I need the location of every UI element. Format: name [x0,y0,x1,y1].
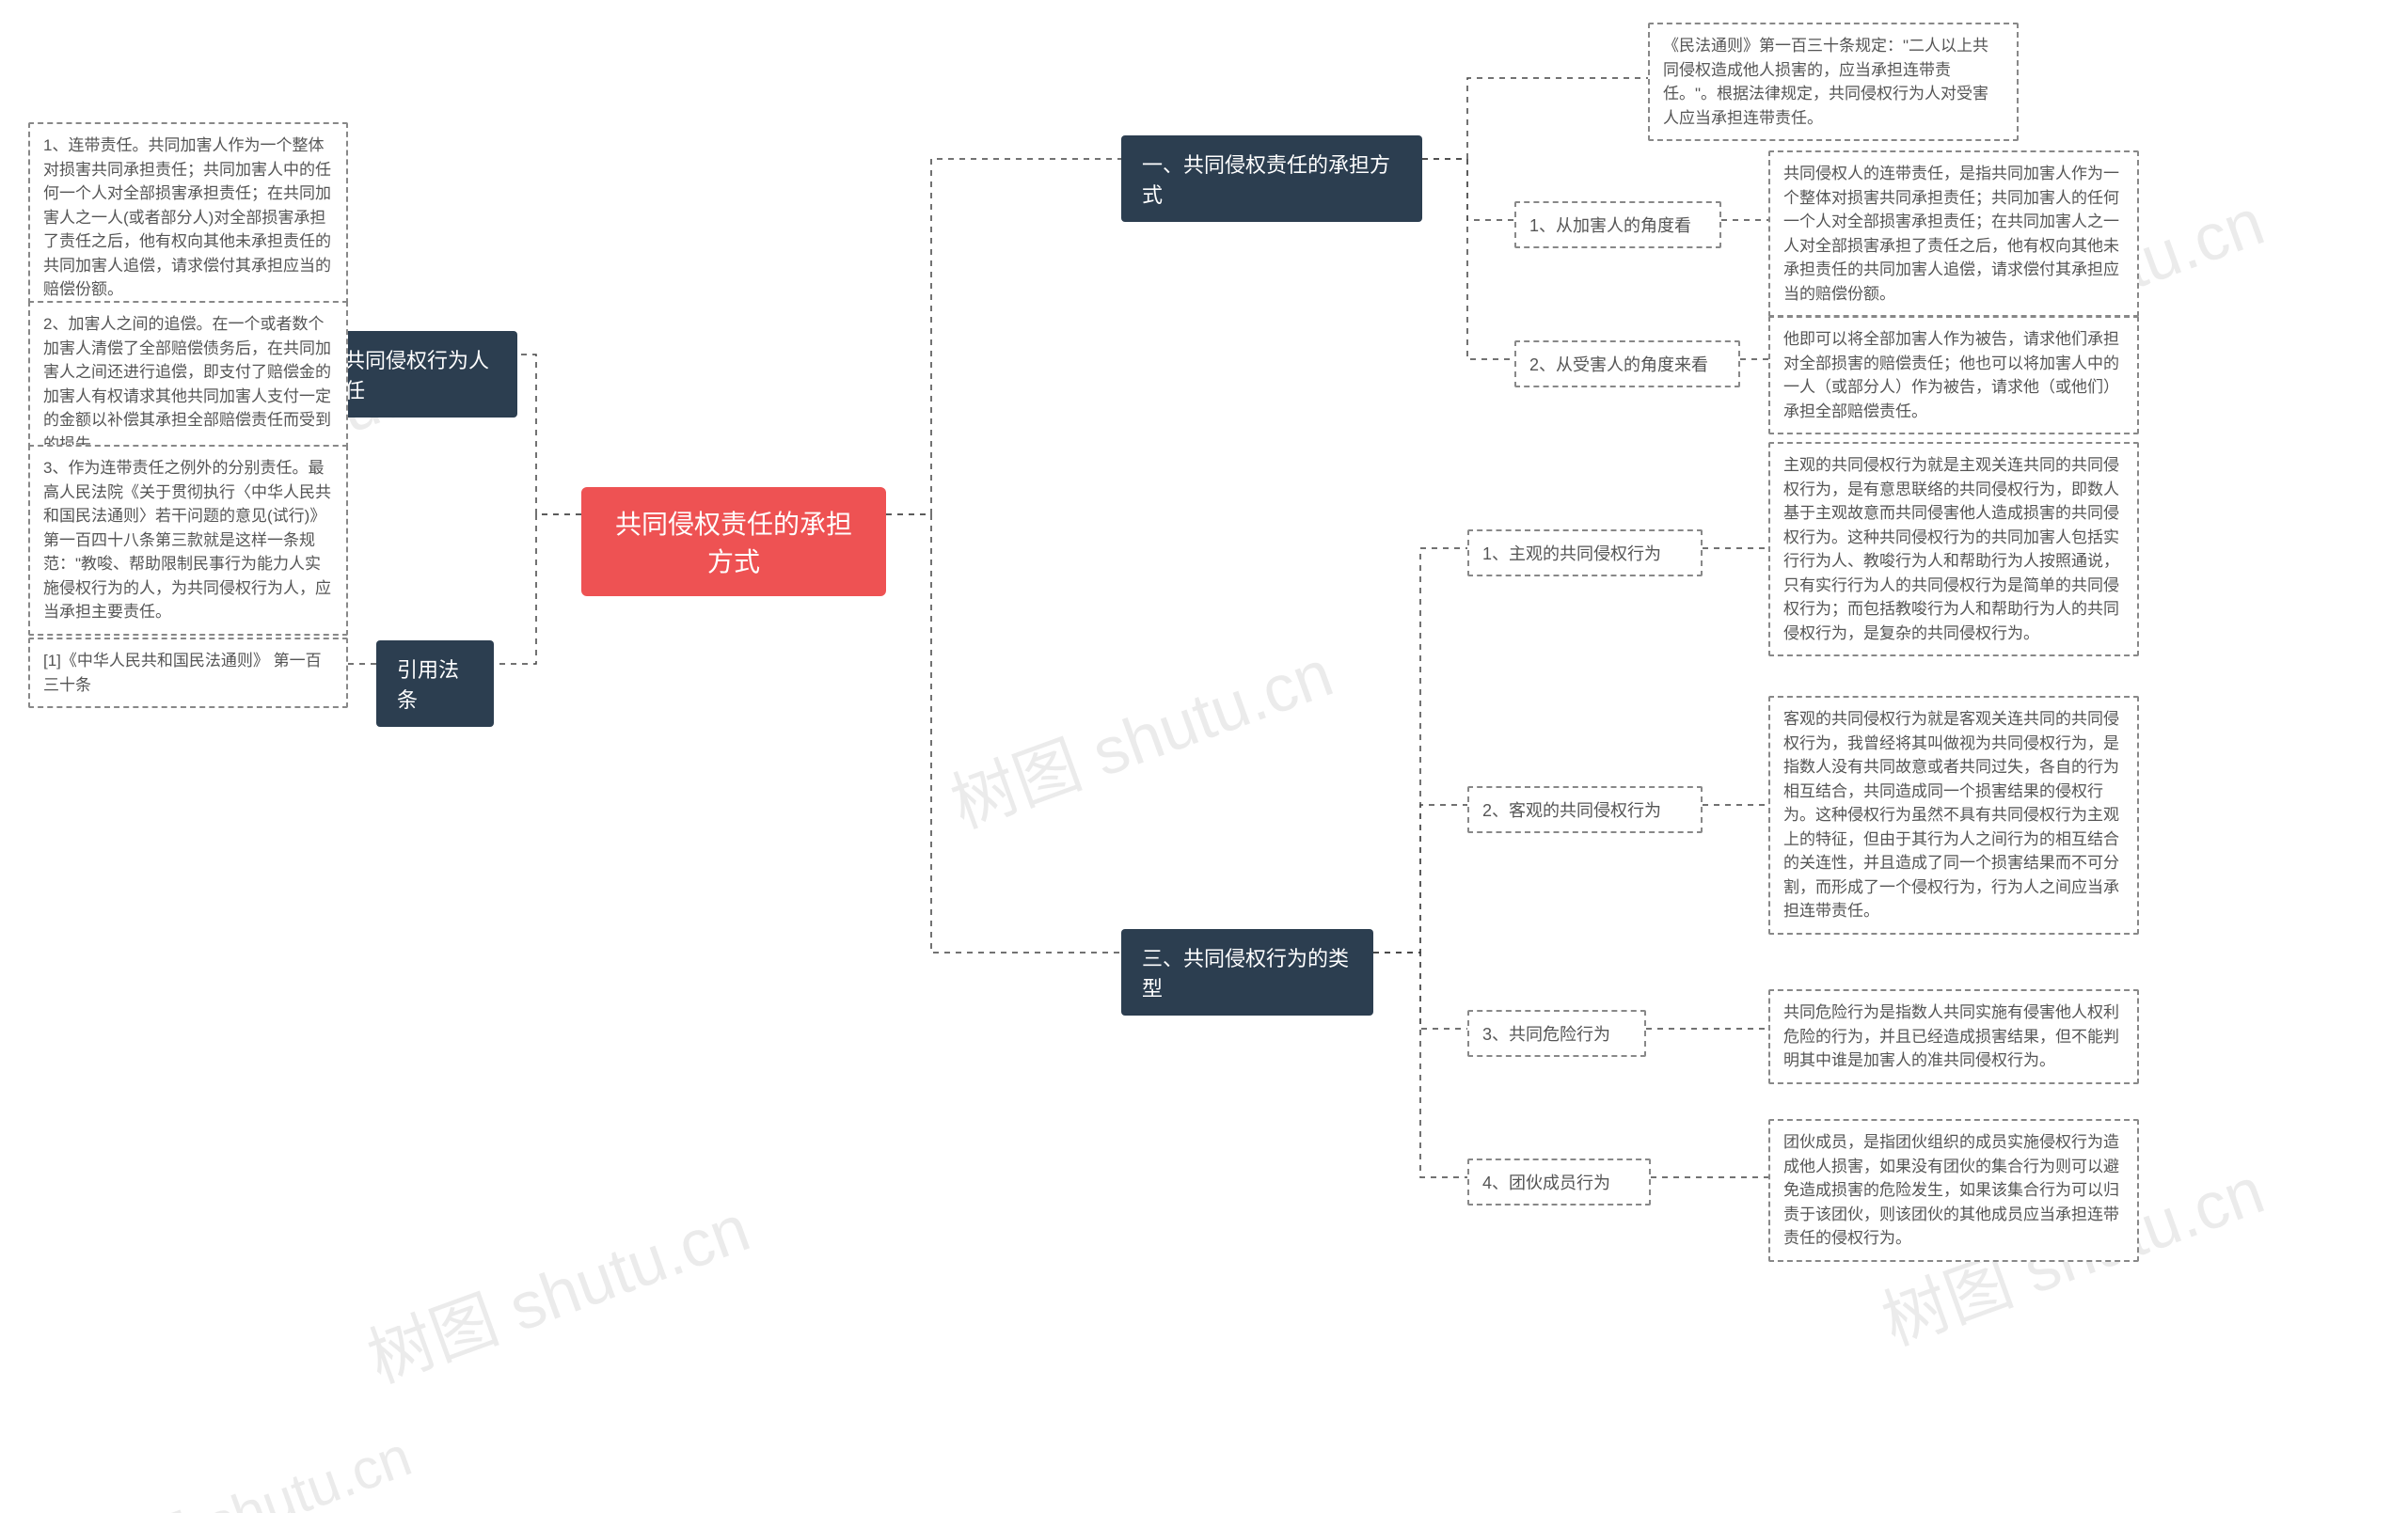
branch-2-leaf-3[interactable]: 3、作为连带责任之例外的分别责任。最高人民法院《关于贯彻执行〈中华人民共和国民法… [28,445,348,636]
branch-3-sub-1-detail[interactable]: 主观的共同侵权行为就是主观关连共同的共同侵权行为，是有意思联络的共同侵权行为，即… [1768,442,2139,656]
branch-3-sub-2-detail-text: 客观的共同侵权行为就是客观关连共同的共同侵权行为，我曾经将其叫做视为共同侵权行为… [1783,710,2119,920]
branch-3-sub-1-label: 1、主观的共同侵权行为 [1482,544,1661,563]
watermark: 树图 shutu.cn [937,622,1344,847]
branch-3-sub-4-label: 4、团伙成员行为 [1482,1174,1610,1192]
branch-1-sub-1-detail-text: 共同侵权人的连带责任，是指共同加害人作为一个整体对损害共同承担责任；共同加害人的… [1783,165,2119,303]
watermark: 树图 shutu.cn [354,1176,761,1402]
branch-2-leaf-1[interactable]: 1、连带责任。共同加害人作为一个整体对损害共同承担责任；共同加害人中的任何一个人… [28,122,348,313]
branch-1-sub-1-label: 1、从加害人的角度看 [1529,216,1691,235]
branch-3-sub-3-detail[interactable]: 共同危险行为是指数人共同实施有侵害他人权利危险的行为，并且已经造成损害结果，但不… [1768,989,2139,1084]
branch-1[interactable]: 一、共同侵权责任的承担方式 [1121,135,1422,222]
branch-2-leaf-2[interactable]: 2、加害人之间的追偿。在一个或者数个加害人清偿了全部赔偿债务后，在共同加害人之间… [28,301,348,467]
branch-4-leaf-1[interactable]: [1]《中华人民共和国民法通则》 第一百三十条 [28,638,348,708]
branch-1-sub-2-detail[interactable]: 他即可以将全部加害人作为被告，请求他们承担对全部损害的赔偿责任；他也可以将加害人… [1768,316,2139,434]
branch-1-sub-2-label: 2、从受害人的角度来看 [1529,355,1708,374]
branch-3-sub-2-label: 2、客观的共同侵权行为 [1482,801,1661,820]
branch-3-sub-3[interactable]: 3、共同危险行为 [1467,1010,1646,1057]
branch-3-sub-2-detail[interactable]: 客观的共同侵权行为就是客观关连共同的共同侵权行为，我曾经将其叫做视为共同侵权行为… [1768,696,2139,935]
root-node[interactable]: 共同侵权责任的承担方式 [581,487,886,596]
branch-3[interactable]: 三、共同侵权行为的类型 [1121,929,1373,1016]
branch-1-sub-2-detail-text: 他即可以将全部加害人作为被告，请求他们承担对全部损害的赔偿责任；他也可以将加害人… [1783,330,2119,420]
branch-3-sub-3-detail-text: 共同危险行为是指数人共同实施有侵害他人权利危险的行为，并且已经造成损害结果，但不… [1783,1003,2119,1069]
branch-2-leaf-1-text: 1、连带责任。共同加害人作为一个整体对损害共同承担责任；共同加害人中的任何一个人… [43,136,331,298]
branch-4[interactable]: 引用法条 [376,640,494,727]
branch-3-sub-4[interactable]: 4、团伙成员行为 [1467,1158,1651,1206]
branch-1-detail-0-text: 《民法通则》第一百三十条规定："二人以上共同侵权造成他人损害的，应当承担连带责任… [1663,37,1988,127]
branch-1-sub-1-detail[interactable]: 共同侵权人的连带责任，是指共同加害人作为一个整体对损害共同承担责任；共同加害人的… [1768,150,2139,317]
branch-3-sub-1[interactable]: 1、主观的共同侵权行为 [1467,529,1703,576]
branch-1-detail-0[interactable]: 《民法通则》第一百三十条规定："二人以上共同侵权造成他人损害的，应当承担连带责任… [1648,23,2019,141]
branch-3-sub-3-label: 3、共同危险行为 [1482,1025,1610,1044]
branch-1-label: 一、共同侵权责任的承担方式 [1142,153,1390,207]
branch-1-sub-1[interactable]: 1、从加害人的角度看 [1514,201,1721,248]
branch-3-sub-1-detail-text: 主观的共同侵权行为就是主观关连共同的共同侵权行为，是有意思联络的共同侵权行为，即… [1783,456,2119,642]
branch-3-sub-2[interactable]: 2、客观的共同侵权行为 [1467,786,1703,833]
branch-4-label: 引用法条 [397,658,459,712]
watermark: 树图 shutu.cn [71,1411,420,1513]
branch-2-leaf-2-text: 2、加害人之间的追偿。在一个或者数个加害人清偿了全部赔偿债务后，在共同加害人之间… [43,315,331,453]
branch-1-sub-2[interactable]: 2、从受害人的角度来看 [1514,340,1740,387]
root-title: 共同侵权责任的承担方式 [615,510,852,576]
branch-3-sub-4-detail-text: 团伙成员，是指团伙组织的成员实施侵权行为造成他人损害，如果没有团伙的集合行为则可… [1783,1133,2119,1247]
branch-3-label: 三、共同侵权行为的类型 [1142,947,1349,1001]
branch-3-sub-4-detail[interactable]: 团伙成员，是指团伙组织的成员实施侵权行为造成他人损害，如果没有团伙的集合行为则可… [1768,1119,2139,1262]
branch-4-leaf-1-text: [1]《中华人民共和国民法通则》 第一百三十条 [43,652,322,694]
branch-2-leaf-3-text: 3、作为连带责任之例外的分别责任。最高人民法院《关于贯彻执行〈中华人民共和国民法… [43,459,331,621]
